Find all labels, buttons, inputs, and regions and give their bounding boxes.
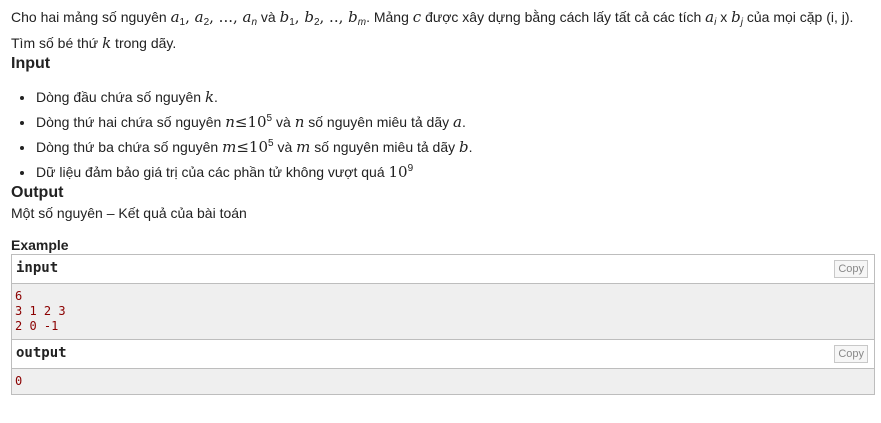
- intro-text: Cho hai mảng số nguyên: [11, 9, 171, 25]
- list-text: và: [272, 114, 295, 130]
- math-num: 10: [248, 138, 268, 156]
- math-var: a: [170, 8, 180, 26]
- math-sep: , ...,: [209, 8, 243, 26]
- input-heading: Input: [11, 55, 51, 72]
- math-var: m: [296, 138, 311, 156]
- list-text: Dòng thứ hai chứa số nguyên: [36, 114, 226, 130]
- example-output-header: output Copy: [12, 340, 874, 369]
- output-heading: Output: [11, 184, 64, 201]
- math-sub: m: [357, 17, 367, 28]
- math-num: 10: [247, 113, 267, 131]
- list-text: .: [461, 114, 466, 130]
- math-sep: , ..,: [319, 8, 349, 26]
- intro-text: được xây dựng bằng cách lấy tất cả các t…: [421, 9, 706, 25]
- intro-text: . Mảng: [366, 9, 413, 25]
- input-list: Dòng đầu chứa số nguyên k. Dòng thứ hai …: [11, 86, 875, 183]
- example-input-header: input Copy: [12, 255, 874, 284]
- math-var: a: [453, 113, 462, 131]
- example-input-box: input Copy 6 3 1 2 3 2 0 -1: [11, 254, 875, 340]
- output-description: Một số nguyên – Kết quả của bài toán: [11, 205, 247, 221]
- intro-text: x: [716, 9, 732, 25]
- list-item: Dòng thứ hai chứa số nguyên n≤105 và n s…: [35, 108, 875, 133]
- math-var: m: [222, 138, 237, 156]
- math-op: ≤: [234, 113, 248, 131]
- example-output-content: 0: [12, 369, 874, 394]
- math-var: b: [348, 8, 358, 26]
- list-text: Dữ liệu đảm bảo giá trị của các phần tử …: [36, 164, 389, 180]
- math-sep: ,: [294, 8, 305, 26]
- math-op: ≤: [236, 138, 249, 156]
- list-item: Dòng thứ ba chứa số nguyên m≤105 và m số…: [35, 133, 875, 158]
- math-sep: ,: [185, 8, 195, 26]
- list-item: Dữ liệu đảm bảo giá trị của các phần tử …: [35, 158, 875, 183]
- math-var: b: [279, 8, 290, 26]
- math-var: a: [705, 8, 715, 26]
- list-text: .: [214, 89, 218, 105]
- list-text: và: [273, 139, 297, 155]
- input-line: 6: [15, 289, 23, 303]
- problem-statement: Cho hai mảng số nguyên a1, a2, ..., an v…: [11, 0, 875, 395]
- list-text: .: [468, 139, 473, 155]
- math-var: a: [194, 8, 204, 26]
- example-input-label: input: [16, 260, 59, 276]
- math-var: b: [731, 8, 741, 26]
- example-heading: Example: [11, 237, 69, 253]
- intro-paragraph: Cho hai mảng số nguyên a1, a2, ..., an v…: [11, 7, 875, 54]
- math-exp: 9: [407, 163, 414, 174]
- list-item: Dòng đầu chứa số nguyên k.: [35, 86, 875, 108]
- example-output-label: output: [16, 345, 67, 361]
- math-var: b: [459, 138, 469, 156]
- list-text: số nguyên miêu tả dãy: [310, 139, 460, 155]
- list-text: Dòng thứ ba chứa số nguyên: [36, 139, 223, 155]
- output-line: 0: [15, 374, 23, 388]
- math-var: b: [304, 8, 314, 26]
- math-var: n: [294, 113, 305, 131]
- input-line: 2 0 -1: [15, 319, 59, 333]
- math-var: c: [412, 8, 422, 26]
- copy-output-button[interactable]: Copy: [834, 345, 868, 363]
- intro-text: trong dãy.: [111, 35, 177, 51]
- list-text: Dòng đầu chứa số nguyên: [36, 89, 205, 105]
- math-var: k: [204, 88, 215, 106]
- example-output-box: output Copy 0: [11, 340, 875, 395]
- example-input-content: 6 3 1 2 3 2 0 -1: [12, 284, 874, 339]
- copy-input-button[interactable]: Copy: [834, 260, 868, 278]
- math-var: n: [225, 113, 235, 131]
- math-var: k: [102, 34, 112, 52]
- intro-text: và: [257, 9, 280, 25]
- list-text: số nguyên miêu tả dãy: [304, 114, 454, 130]
- input-line: 3 1 2 3: [15, 304, 66, 318]
- math-num: 10: [388, 163, 408, 181]
